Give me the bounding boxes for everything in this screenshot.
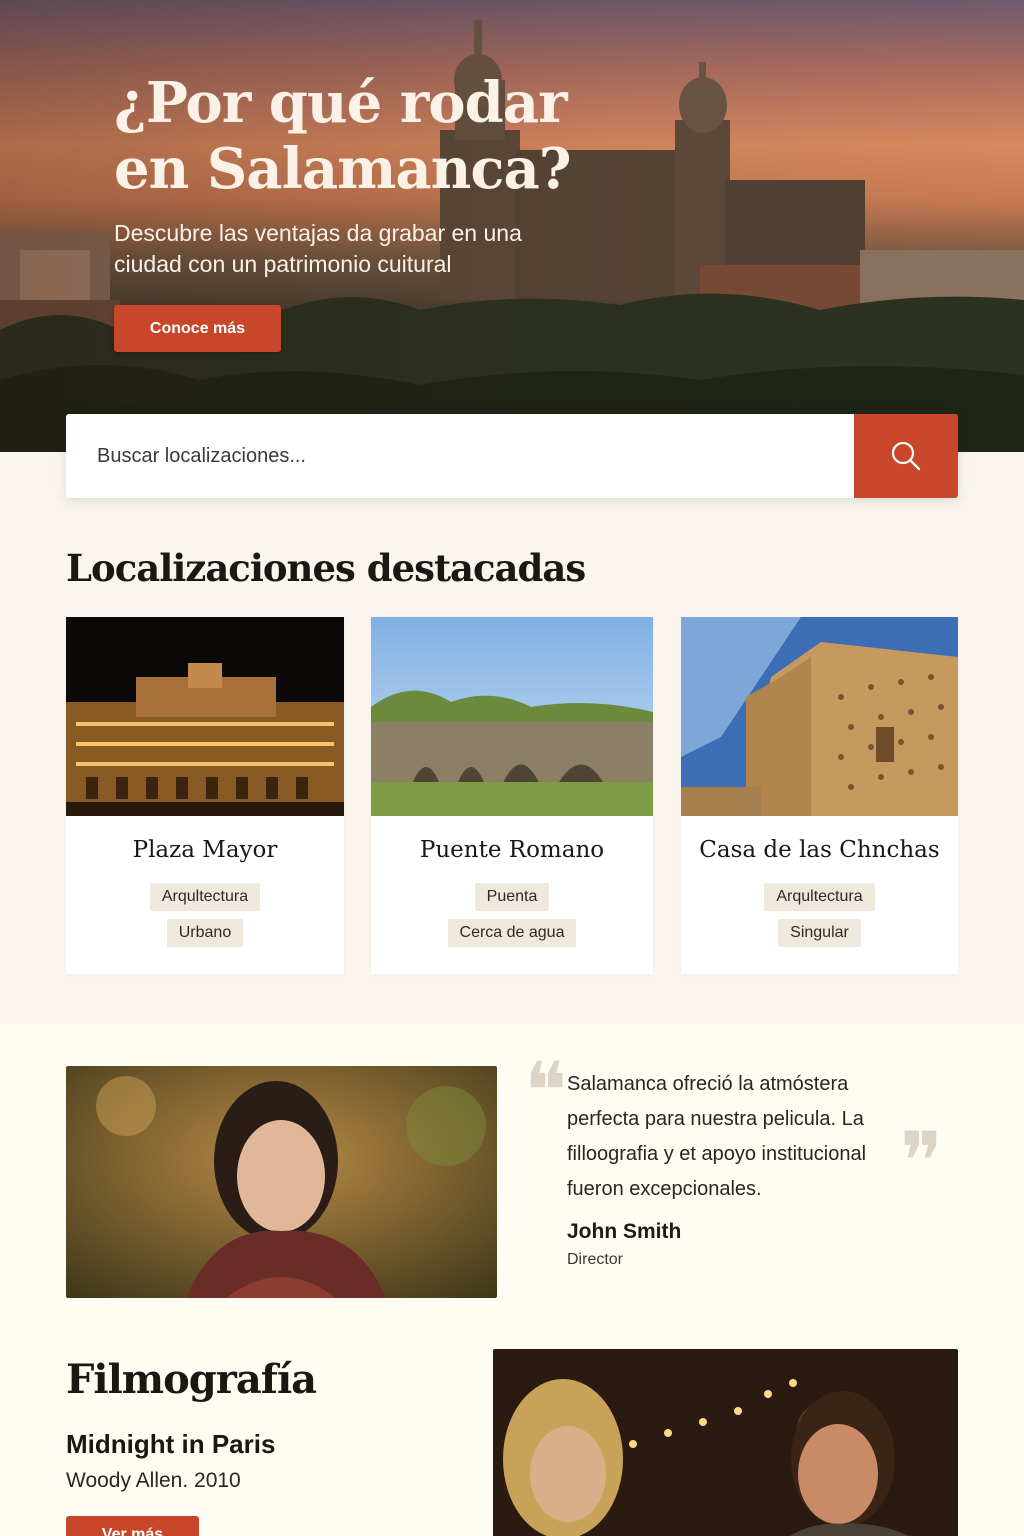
location-tag[interactable]: Urbano <box>166 919 244 947</box>
testimonial-role: Director <box>567 1251 624 1268</box>
puente-romano-photo <box>371 617 653 816</box>
location-tag[interactable]: Arqultectura <box>764 883 875 911</box>
search-button[interactable] <box>854 414 958 498</box>
hero-title: ¿Por qué rodar en Salamanca? <box>114 70 572 202</box>
hero-section: ¿Por qué rodar en Salamanca? Descubre la… <box>0 0 1024 452</box>
testimonial-portrait <box>66 1066 497 1298</box>
learn-more-button[interactable]: Conoce más <box>114 305 281 352</box>
film-title: Midnight in Paris <box>66 1429 276 1459</box>
hero-subtitle: Descubre las ventajas da grabar en una c… <box>114 220 522 277</box>
location-card-tags: Arqultectura Urbano <box>66 883 344 947</box>
location-card-title: Casa de las Chnchas <box>699 837 940 863</box>
location-tag[interactable]: Singular <box>778 919 861 947</box>
quote-close-icon: ❞ <box>900 1115 944 1208</box>
featured-section-title: Localizaciones destacadas <box>66 546 586 590</box>
location-search-bar <box>66 414 958 498</box>
location-tag[interactable]: Puenta <box>474 883 550 911</box>
location-card-title: Puente Romano <box>419 837 605 863</box>
location-card-plaza-mayor[interactable]: Plaza Mayor Arqultectura Urbano <box>66 617 344 974</box>
location-tag[interactable]: Cerca de agua <box>447 919 577 947</box>
plaza-mayor-photo <box>66 617 344 816</box>
film-still-image <box>493 1349 958 1536</box>
quote-open-icon: ❝ <box>524 1045 568 1138</box>
casa-conchas-photo <box>681 617 958 816</box>
location-card-tags: Puenta Cerca de agua <box>371 883 653 947</box>
location-card-puente-romano[interactable]: Puente Romano Puenta Cerca de agua <box>371 617 653 974</box>
film-director-year: Woody Allen. 2010 <box>66 1469 241 1492</box>
testimonial-quote: Salamanca ofreció la atmóstera perfecta … <box>567 1073 867 1200</box>
location-tag[interactable]: Arqultectura <box>149 883 261 911</box>
testimonial-author: John Smith <box>567 1220 682 1243</box>
location-card-tags: Arqultectura Singular <box>681 883 958 947</box>
filmography-title: Filmografía <box>66 1356 317 1403</box>
search-input[interactable] <box>66 414 854 498</box>
film-see-more-button[interactable]: Ver más <box>66 1516 199 1536</box>
search-icon <box>891 441 921 471</box>
location-card-title: Plaza Mayor <box>132 837 278 863</box>
location-card-casa-conchas[interactable]: Casa de las Chnchas Arqultectura Singula… <box>681 617 958 974</box>
